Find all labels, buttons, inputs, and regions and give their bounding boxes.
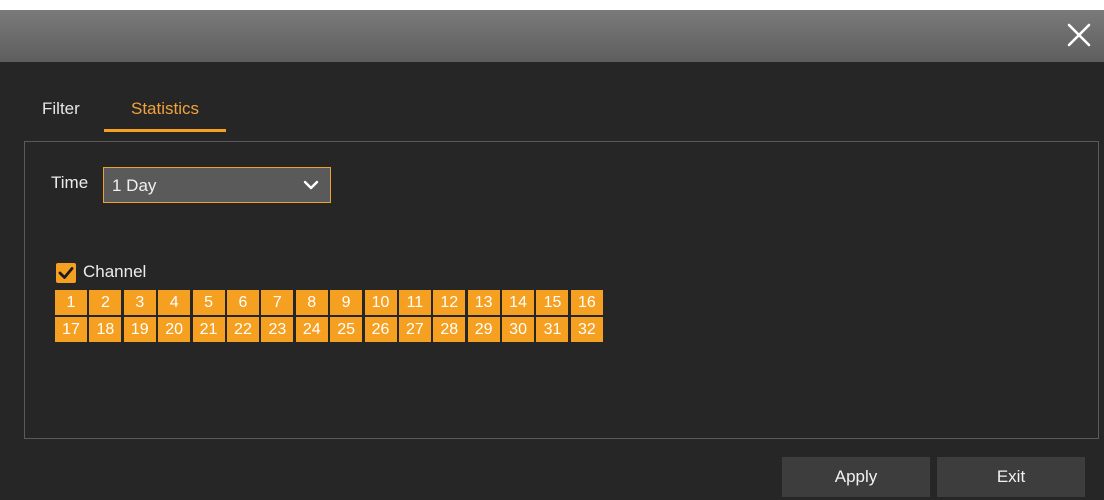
statistics-panel: Time 1 Day Channel 1 2 3 4 5 6 7 8 9 10 … (24, 141, 1099, 439)
channel-button[interactable]: 8 (295, 290, 328, 315)
time-selected-value: 1 Day (112, 176, 157, 195)
chevron-down-icon (303, 180, 319, 190)
channel-button[interactable]: 24 (295, 317, 328, 342)
channel-button[interactable]: 22 (226, 317, 259, 342)
channel-button[interactable]: 11 (398, 290, 431, 315)
channel-button[interactable]: 1 (55, 290, 87, 315)
channel-button[interactable]: 32 (570, 317, 603, 342)
channel-button[interactable]: 2 (89, 290, 122, 315)
apply-button[interactable]: Apply (782, 457, 930, 497)
checkmark-icon (58, 267, 74, 279)
channel-button[interactable]: 27 (398, 317, 431, 342)
channel-button[interactable]: 9 (330, 290, 363, 315)
channel-label: Channel (83, 262, 147, 281)
channel-button[interactable]: 4 (158, 290, 191, 315)
channel-button[interactable]: 5 (192, 290, 225, 315)
channel-button[interactable]: 20 (158, 317, 191, 342)
tab-filter[interactable]: Filter (42, 98, 80, 132)
channel-button[interactable]: 21 (192, 317, 225, 342)
channel-grid: 1 2 3 4 5 6 7 8 9 10 11 12 13 14 15 16 1… (55, 290, 615, 344)
channel-button[interactable]: 17 (55, 317, 87, 342)
channel-button[interactable]: 18 (89, 317, 122, 342)
tab-statistics-label: Statistics (130, 99, 200, 118)
channel-button[interactable]: 19 (123, 317, 156, 342)
channel-button[interactable]: 26 (364, 317, 397, 342)
channel-button[interactable]: 10 (364, 290, 397, 315)
channel-button[interactable]: 31 (536, 317, 569, 342)
time-label: Time (51, 173, 89, 192)
channel-row: 17 18 19 20 21 22 23 24 25 26 27 28 29 3… (55, 317, 615, 342)
title-bar (0, 10, 1104, 62)
channel-button[interactable]: 12 (433, 290, 466, 315)
channel-button[interactable]: 13 (467, 290, 500, 315)
statistics-dialog: Filter Statistics Time 1 Day Channel 1 2… (0, 10, 1104, 500)
time-select[interactable]: 1 Day (103, 167, 331, 203)
channel-button[interactable]: 7 (261, 290, 294, 315)
channel-button[interactable]: 3 (123, 290, 156, 315)
close-icon[interactable] (1064, 20, 1094, 50)
tab-statistics[interactable]: Statistics (104, 98, 226, 132)
channel-checkbox[interactable] (56, 263, 76, 283)
tab-filter-label: Filter (42, 99, 80, 118)
channel-button[interactable]: 25 (330, 317, 363, 342)
active-tab-indicator (104, 129, 226, 132)
channel-button[interactable]: 28 (433, 317, 466, 342)
channel-button[interactable]: 30 (502, 317, 535, 342)
channel-button[interactable]: 14 (502, 290, 535, 315)
channel-button[interactable]: 16 (570, 290, 603, 315)
channel-button[interactable]: 15 (536, 290, 569, 315)
exit-button[interactable]: Exit (937, 457, 1085, 497)
channel-button[interactable]: 29 (467, 317, 500, 342)
channel-row: 1 2 3 4 5 6 7 8 9 10 11 12 13 14 15 16 (55, 290, 615, 315)
channel-button[interactable]: 23 (261, 317, 294, 342)
channel-button[interactable]: 6 (226, 290, 259, 315)
